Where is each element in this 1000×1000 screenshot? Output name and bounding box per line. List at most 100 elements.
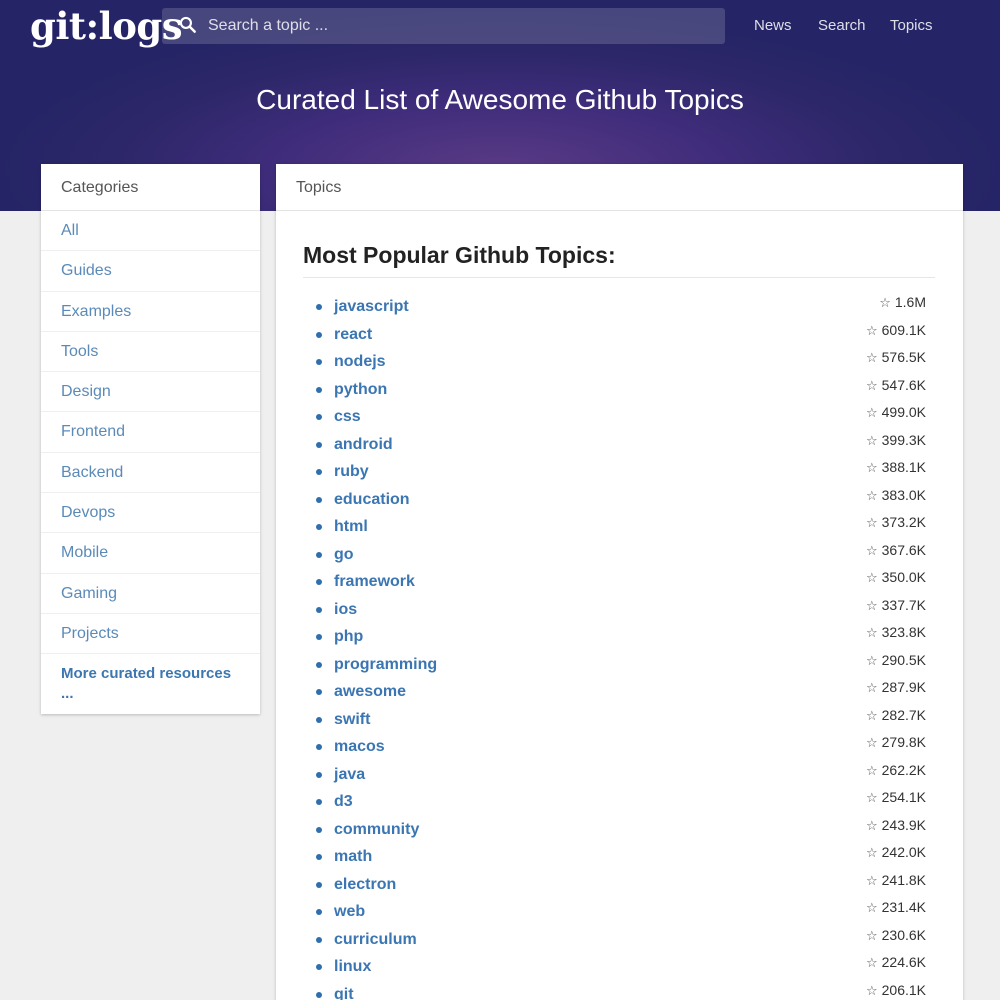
star-count: 242.0K bbox=[881, 844, 926, 860]
bullet-icon bbox=[316, 551, 322, 558]
star-count: 1.6M bbox=[894, 294, 926, 310]
topic-stars: ☆ 399.3K bbox=[866, 432, 926, 449]
topic-row: javascript ☆ 1.6M bbox=[314, 294, 926, 322]
star-outline-icon: ☆ bbox=[865, 681, 878, 696]
category-backend[interactable]: Backend bbox=[41, 453, 260, 494]
topic-row: swift ☆ 282.7K bbox=[314, 707, 926, 735]
topic-stars: ☆ 206.1K bbox=[866, 982, 926, 999]
topic-link[interactable]: php bbox=[334, 628, 363, 646]
topic-link[interactable]: python bbox=[334, 381, 387, 399]
nav-news[interactable]: News bbox=[754, 17, 792, 34]
star-outline-icon: ☆ bbox=[865, 846, 878, 861]
topic-row: ruby ☆ 388.1K bbox=[314, 459, 926, 487]
more-resources-link[interactable]: More curated resources ... bbox=[41, 654, 260, 704]
topic-row: git ☆ 206.1K bbox=[314, 982, 926, 1000]
topic-link[interactable]: macos bbox=[334, 738, 385, 756]
star-outline-icon: ☆ bbox=[865, 571, 878, 586]
topic-link[interactable]: electron bbox=[334, 876, 396, 894]
star-count: 231.4K bbox=[881, 899, 926, 915]
category-gaming[interactable]: Gaming bbox=[41, 574, 260, 614]
topic-stars: ☆ 242.0K bbox=[866, 844, 926, 861]
topic-link[interactable]: programming bbox=[334, 656, 437, 674]
topic-stars: ☆ 337.7K bbox=[866, 597, 926, 614]
topic-stars: ☆ 388.1K bbox=[866, 459, 926, 476]
topic-row: awesome ☆ 287.9K bbox=[314, 679, 926, 707]
search-bar[interactable] bbox=[162, 8, 725, 44]
topic-link[interactable]: curriculum bbox=[334, 931, 417, 949]
star-outline-icon: ☆ bbox=[865, 351, 878, 366]
topic-row: linux ☆ 224.6K bbox=[314, 954, 926, 982]
topic-link[interactable]: education bbox=[334, 491, 410, 509]
bullet-icon bbox=[316, 331, 322, 338]
star-count: 224.6K bbox=[881, 954, 926, 970]
topic-link[interactable]: awesome bbox=[334, 683, 406, 701]
topic-row: framework ☆ 350.0K bbox=[314, 569, 926, 597]
star-outline-icon: ☆ bbox=[865, 653, 878, 669]
topic-row: programming ☆ 290.5K bbox=[314, 652, 926, 680]
popular-topics-heading: Most Popular Github Topics: bbox=[303, 242, 935, 278]
category-examples[interactable]: Examples bbox=[41, 292, 260, 332]
nav-search[interactable]: Search bbox=[818, 17, 866, 34]
topic-link[interactable]: java bbox=[334, 766, 365, 784]
star-outline-icon: ☆ bbox=[865, 791, 878, 806]
star-count: 230.6K bbox=[881, 926, 926, 943]
nav-topics[interactable]: Topics bbox=[890, 17, 933, 34]
bullet-icon bbox=[316, 304, 322, 310]
topic-stars: ☆ 241.8K bbox=[866, 872, 926, 889]
topic-link[interactable]: nodejs bbox=[334, 353, 386, 371]
topic-row: python ☆ 547.6K bbox=[314, 377, 926, 405]
site-logo[interactable]: git:logs bbox=[30, 4, 183, 48]
star-count: 383.0K bbox=[881, 486, 926, 503]
star-count: 241.8K bbox=[881, 871, 926, 888]
topic-link[interactable]: linux bbox=[334, 958, 371, 976]
topic-link[interactable]: go bbox=[334, 546, 354, 564]
topic-row: d3 ☆ 254.1K bbox=[314, 789, 926, 817]
topic-stars: ☆ 499.0K bbox=[866, 404, 926, 421]
star-count: 388.1K bbox=[881, 459, 926, 475]
category-frontend[interactable]: Frontend bbox=[41, 412, 260, 453]
topic-stars: ☆ 367.6K bbox=[866, 542, 926, 559]
category-tools[interactable]: Tools bbox=[41, 332, 260, 373]
star-outline-icon: ☆ bbox=[865, 983, 878, 999]
topic-row: electron ☆ 241.8K bbox=[314, 872, 926, 900]
bullet-icon bbox=[316, 991, 322, 998]
category-design[interactable]: Design bbox=[41, 372, 260, 413]
category-guides[interactable]: Guides bbox=[41, 251, 260, 292]
topic-stars: ☆ 323.8K bbox=[866, 624, 926, 641]
star-outline-icon: ☆ bbox=[865, 406, 878, 421]
topic-stars: ☆ 1.6M bbox=[879, 294, 926, 311]
topic-link[interactable]: html bbox=[334, 518, 368, 536]
bullet-icon bbox=[316, 441, 322, 448]
category-projects[interactable]: Projects bbox=[41, 614, 260, 655]
category-mobile[interactable]: Mobile bbox=[41, 533, 260, 574]
topic-link[interactable]: javascript bbox=[334, 298, 409, 316]
topic-stars: ☆ 350.0K bbox=[866, 569, 926, 586]
bullet-icon bbox=[316, 359, 322, 365]
topic-row: community ☆ 243.9K bbox=[314, 817, 926, 845]
category-all[interactable]: All bbox=[41, 211, 260, 252]
category-devops[interactable]: Devops bbox=[41, 493, 260, 534]
topic-link[interactable]: android bbox=[334, 436, 393, 454]
topic-link[interactable]: math bbox=[334, 848, 372, 866]
star-count: 576.5K bbox=[881, 349, 926, 365]
topic-link[interactable]: web bbox=[334, 903, 365, 921]
star-outline-icon: ☆ bbox=[865, 516, 878, 531]
topic-link[interactable]: css bbox=[334, 408, 361, 426]
topic-link[interactable]: d3 bbox=[334, 793, 353, 811]
topic-link[interactable]: swift bbox=[334, 711, 370, 729]
star-outline-icon: ☆ bbox=[865, 488, 878, 504]
topic-link[interactable]: community bbox=[334, 821, 419, 839]
topic-stars: ☆ 262.2K bbox=[866, 762, 926, 779]
topic-stars: ☆ 282.7K bbox=[866, 707, 926, 724]
topic-link[interactable]: ruby bbox=[334, 463, 369, 481]
bullet-icon bbox=[316, 414, 322, 420]
search-input[interactable] bbox=[208, 8, 708, 44]
topic-link[interactable]: git bbox=[334, 986, 354, 1000]
topic-link[interactable]: react bbox=[334, 326, 372, 344]
topic-stars: ☆ 254.1K bbox=[866, 789, 926, 806]
topic-link[interactable]: framework bbox=[334, 573, 415, 591]
topic-row: go ☆ 367.6K bbox=[314, 542, 926, 570]
topic-stars: ☆ 547.6K bbox=[866, 377, 926, 394]
bullet-icon bbox=[316, 716, 322, 723]
topic-link[interactable]: ios bbox=[334, 601, 357, 619]
